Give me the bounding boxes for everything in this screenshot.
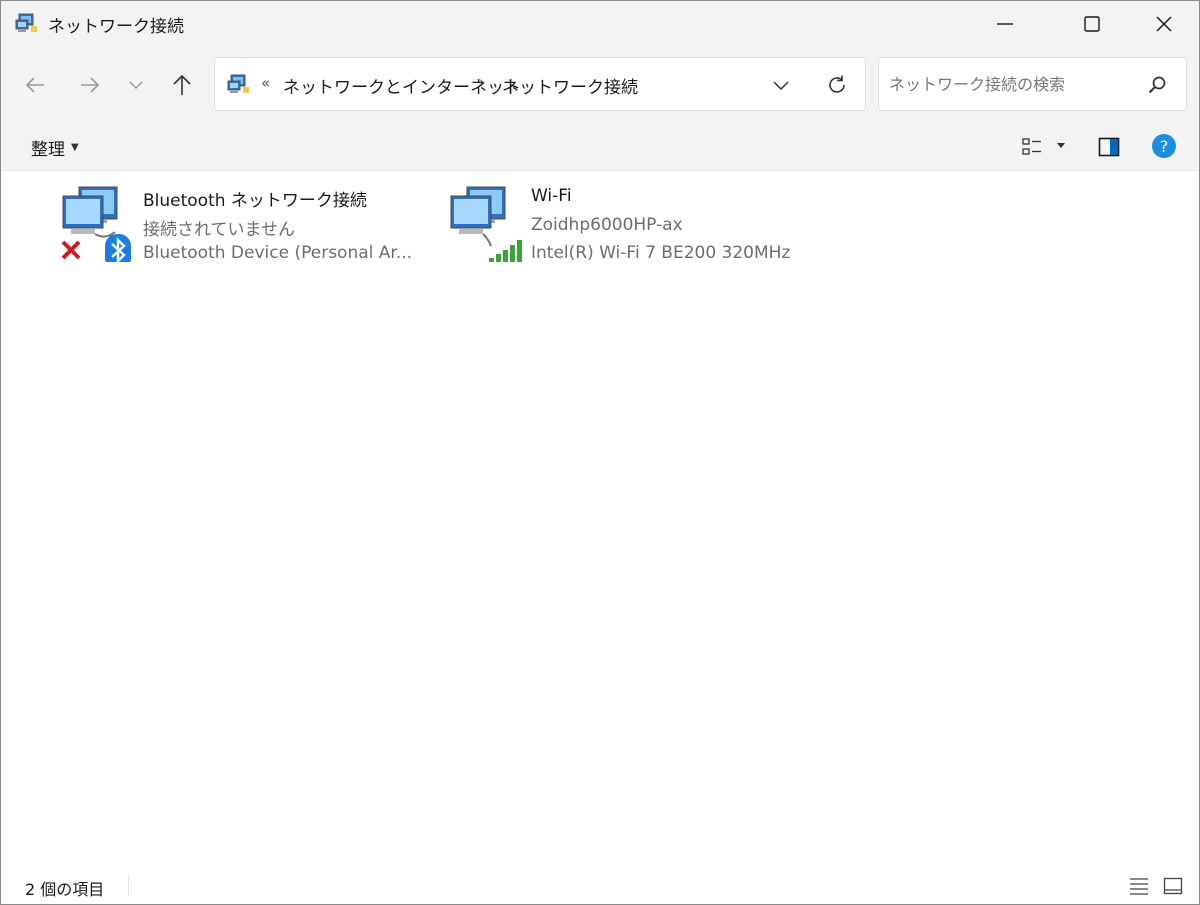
connections-list: Bluetooth ネットワーク接続 接続されていません Bluetooth D… xyxy=(1,172,1199,860)
disconnected-x-icon xyxy=(61,240,81,260)
connection-item-wifi[interactable]: Wi-Fi Zoidhp6000HP-ax Intel(R) Wi-Fi 7 B… xyxy=(447,182,791,272)
connection-device: Intel(R) Wi-Fi 7 BE200 320MHz xyxy=(531,243,791,263)
item-count: 2 個の項目 xyxy=(25,880,105,899)
view-options-icon xyxy=(1022,138,1041,155)
up-button[interactable] xyxy=(165,68,199,102)
recent-locations-button[interactable] xyxy=(119,68,153,102)
title-bar: ネットワーク接続 xyxy=(1,1,1199,46)
breadcrumb-separator[interactable]: › xyxy=(479,73,486,93)
svg-text:?: ? xyxy=(1160,137,1169,156)
search-box[interactable] xyxy=(878,57,1187,111)
preview-pane-icon xyxy=(1098,137,1120,157)
view-options-dropdown[interactable] xyxy=(1053,138,1069,154)
bluetooth-icon xyxy=(105,234,131,262)
window-title: ネットワーク接続 xyxy=(48,17,184,37)
tiles-view-icon xyxy=(1163,877,1183,895)
network-adapter-icon xyxy=(450,186,522,262)
arrow-up-icon xyxy=(173,74,191,95)
network-adapter-icon xyxy=(61,186,131,262)
change-view-button[interactable] xyxy=(1017,132,1047,162)
chevron-down-icon xyxy=(129,81,143,90)
search-input[interactable] xyxy=(889,71,1139,97)
minimize-icon xyxy=(997,22,1013,25)
refresh-icon xyxy=(829,75,845,93)
caret-down-icon xyxy=(1057,143,1065,148)
network-connections-icon xyxy=(227,74,249,93)
signal-bars-icon xyxy=(489,240,522,262)
status-divider xyxy=(128,876,129,896)
minimize-button[interactable] xyxy=(969,1,1041,46)
close-button[interactable] xyxy=(1128,1,1200,46)
status-bar: 2 個の項目 xyxy=(1,861,1199,904)
refresh-button[interactable] xyxy=(822,70,852,100)
large-icons-view-button[interactable] xyxy=(1161,874,1185,898)
connection-status: 接続されていません xyxy=(143,220,295,240)
search-icon[interactable] xyxy=(1145,73,1169,97)
address-history-dropdown[interactable] xyxy=(767,71,795,99)
maximize-button[interactable] xyxy=(1056,1,1128,46)
details-view-icon xyxy=(1130,878,1148,895)
connection-item-bluetooth[interactable]: Bluetooth ネットワーク接続 接続されていません Bluetooth D… xyxy=(59,182,412,272)
organize-menu-button[interactable]: 整理 ▼ xyxy=(31,135,79,160)
maximize-icon xyxy=(1084,15,1100,32)
help-button[interactable]: ? xyxy=(1151,133,1177,159)
arrow-right-icon xyxy=(81,77,100,93)
preview-pane-button[interactable] xyxy=(1095,133,1123,161)
connection-device: Bluetooth Device (Personal Ar... xyxy=(143,243,413,263)
breadcrumb-network-connections[interactable]: ネットワーク接続 xyxy=(502,73,638,98)
arrow-left-icon xyxy=(25,77,44,93)
help-icon: ? xyxy=(1152,134,1176,158)
forward-button[interactable] xyxy=(73,68,107,102)
chevron-down-icon xyxy=(773,81,789,91)
details-view-button[interactable] xyxy=(1127,874,1151,898)
navigation-bar: « ネットワークとインターネット › ネットワーク接続 xyxy=(1,46,1199,122)
connection-name: Wi-Fi xyxy=(531,186,572,206)
network-connections-app-icon xyxy=(15,13,37,32)
close-icon xyxy=(1156,15,1172,32)
connection-status: Zoidhp6000HP-ax xyxy=(531,215,683,235)
back-button[interactable] xyxy=(18,68,52,102)
organize-label: 整理 xyxy=(31,140,65,160)
explorer-window: ネットワーク接続 « ネットワークとインターネット › ネットワーク接続 ネット… xyxy=(0,0,1200,905)
connection-name: Bluetooth ネットワーク接続 xyxy=(143,191,367,211)
address-bar[interactable]: « ネットワークとインターネット › ネットワーク接続 xyxy=(214,57,866,111)
breadcrumb-overflow-button[interactable]: « xyxy=(261,74,270,92)
command-bar: 整理 ▼ ? xyxy=(1,122,1199,171)
caret-down-icon: ▼ xyxy=(71,142,79,153)
